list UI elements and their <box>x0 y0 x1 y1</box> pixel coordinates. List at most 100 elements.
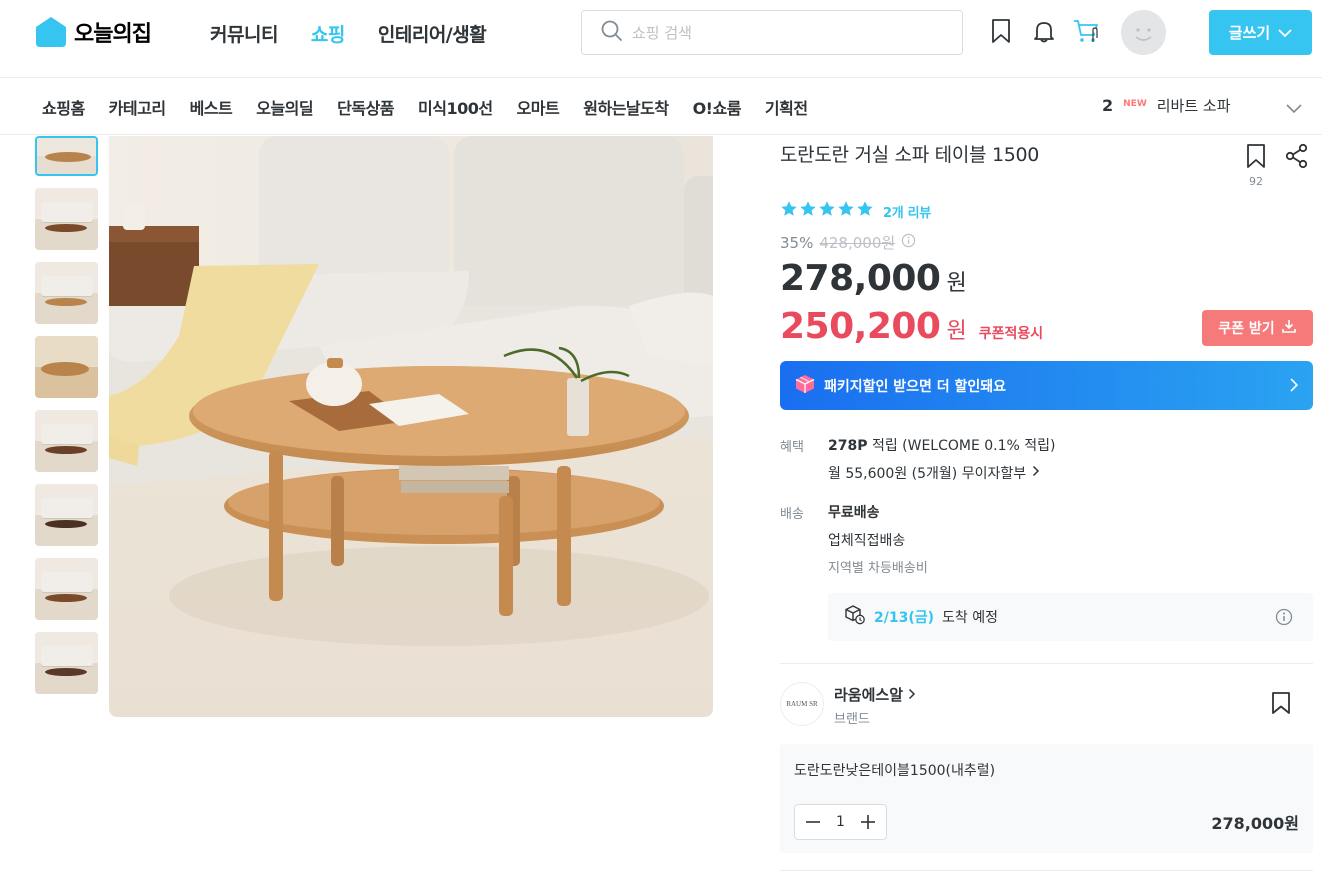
thumbnail[interactable] <box>35 336 98 398</box>
brand-link[interactable]: 라움에스알 <box>834 684 916 705</box>
subnav-item-scheduled-delivery[interactable]: 원하는날도착 <box>583 95 669 119</box>
installment-text: 월 55,600원 (5개월) 무이자할부 <box>828 466 1027 482</box>
subnav-item-exhibition[interactable]: 기획전 <box>765 95 808 119</box>
delivery-method: 업체직접배송 <box>828 533 906 549</box>
gift-box-icon <box>794 373 816 399</box>
sale-price: 278,000 <box>780 258 941 299</box>
bookmark-icon[interactable] <box>1270 691 1292 719</box>
star-icon <box>799 200 817 222</box>
sub-nav-items: 쇼핑홈 카테고리 베스트 오늘의딜 단독상품 미식100선 오마트 원하는날도착… <box>42 95 808 119</box>
star-icon <box>837 200 855 222</box>
logo-text: 오늘의집 <box>74 22 152 47</box>
chevron-right-icon <box>908 686 916 704</box>
divider <box>780 870 1313 871</box>
subnav-item-category[interactable]: 카테고리 <box>109 95 166 119</box>
new-badge: NEW <box>1123 98 1147 109</box>
search-box[interactable] <box>581 10 963 55</box>
nav-community[interactable]: 커뮤니티 <box>210 20 278 47</box>
search-icon <box>600 19 624 47</box>
scrap-button[interactable]: 92 <box>1243 143 1269 188</box>
scrap-count: 92 <box>1249 175 1263 188</box>
installment-link[interactable]: 월 55,600원 (5개월) 무이자할부 <box>828 463 1040 483</box>
plus-icon[interactable] <box>858 812 878 832</box>
share-icon[interactable] <box>1284 143 1310 173</box>
benefits-label: 혜택 <box>780 440 804 455</box>
chevron-right-icon <box>1289 377 1299 397</box>
thumbnail[interactable] <box>35 632 98 694</box>
delivery-box-icon <box>844 604 866 630</box>
package-discount-banner[interactable]: 패키지할인 받으면 더 할인돼요 <box>780 361 1313 410</box>
main-nav: 커뮤니티 쇼핑 인테리어/생활 <box>210 20 487 47</box>
review-count-link[interactable]: 2개 리뷰 <box>883 202 931 221</box>
nav-shopping[interactable]: 쇼핑 <box>311 20 345 47</box>
points-amount: 278P <box>828 438 868 454</box>
brand-sub: 브랜드 <box>834 712 870 727</box>
coupon-price-unit: 원 <box>946 319 967 344</box>
points-row: 278P 적립 (WELCOME 0.1% 적립) <box>828 435 1056 455</box>
subnav-item-exclusive[interactable]: 단독상품 <box>337 95 394 119</box>
info-icon[interactable] <box>1275 608 1293 630</box>
arrival-date: 2/13(금) <box>874 610 935 626</box>
sale-price-row: 278,000 원 <box>780 258 967 299</box>
quantity-stepper: 1 <box>794 804 887 840</box>
quantity-value[interactable]: 1 <box>836 814 845 830</box>
download-icon <box>1281 318 1297 338</box>
user-avatar[interactable] <box>1121 10 1166 55</box>
original-price: 428,000원 <box>819 234 896 252</box>
thumbnail-list <box>35 136 98 706</box>
selected-option: 도란도란낮은테이블1500(내추럴) 1 278,000원 <box>780 744 1313 853</box>
brand-logo[interactable]: RAUM SR <box>780 682 824 726</box>
rating[interactable]: 2개 리뷰 <box>780 200 931 222</box>
star-icon <box>856 200 874 222</box>
write-button[interactable]: 글쓰기 <box>1209 10 1312 55</box>
info-icon[interactable] <box>901 233 916 252</box>
option-price: 278,000원 <box>1211 814 1299 833</box>
chevron-down-icon[interactable] <box>1285 100 1303 119</box>
sub-nav: 쇼핑홈 카테고리 베스트 오늘의딜 단독상품 미식100선 오마트 원하는날도착… <box>0 78 1322 135</box>
house-logo-icon <box>34 15 68 49</box>
thumbnail[interactable] <box>35 188 98 250</box>
subnav-item-gourmet[interactable]: 미식100선 <box>418 95 493 119</box>
brand-name: 라움에스알 <box>834 686 904 704</box>
delivery-type: 무료배송 <box>828 505 880 521</box>
main-product-image <box>109 136 713 717</box>
thumbnail[interactable] <box>35 558 98 620</box>
subnav-item-todays-deal[interactable]: 오늘의딜 <box>256 95 313 119</box>
delivery-label: 배송 <box>780 507 804 522</box>
trending-keyword-text: 리바트 소파 <box>1156 97 1231 115</box>
star-icon <box>780 200 798 222</box>
product-title: 도란도란 거실 소파 테이블 1500 <box>780 144 1040 166</box>
write-button-label: 글쓰기 <box>1228 24 1271 42</box>
thumbnail[interactable] <box>35 262 98 324</box>
arrival-estimate: 2/13(금) 도착 예정 <box>828 593 1313 641</box>
get-coupon-button[interactable]: 쿠폰 받기 <box>1202 310 1313 346</box>
sale-price-unit: 원 <box>946 271 967 296</box>
subnav-item-showroom[interactable]: O!쇼룸 <box>693 95 742 119</box>
coupon-price-row: 250,200 원 쿠폰적용시 <box>780 306 1043 347</box>
delivery-note: 지역별 차등배송비 <box>828 561 928 576</box>
subnav-item-best[interactable]: 베스트 <box>190 95 233 119</box>
trending-rank: 2 <box>1102 96 1114 115</box>
bookmark-icon <box>1245 144 1267 173</box>
thumbnail[interactable] <box>35 136 98 176</box>
bookmark-icon[interactable] <box>986 16 1016 46</box>
subnav-item-omart[interactable]: 오마트 <box>517 95 560 119</box>
bell-icon[interactable] <box>1029 16 1059 46</box>
points-text: 적립 (WELCOME 0.1% 적립) <box>871 438 1056 454</box>
arrival-text: 도착 예정 <box>942 610 998 626</box>
star-icon <box>818 200 836 222</box>
search-input[interactable] <box>632 23 932 42</box>
thumbnail[interactable] <box>35 410 98 472</box>
logo[interactable]: 오늘의집 <box>34 15 152 49</box>
discount-row: 35% 428,000원 <box>780 232 916 253</box>
chevron-right-icon <box>1032 465 1040 481</box>
subnav-item-home[interactable]: 쇼핑홈 <box>42 95 85 119</box>
top-icons <box>986 16 1115 46</box>
minus-icon[interactable] <box>803 812 823 832</box>
thumbnail[interactable] <box>35 484 98 546</box>
cart-icon[interactable] <box>1072 16 1102 46</box>
coupon-price: 250,200 <box>780 306 941 347</box>
chevron-down-icon <box>1278 24 1292 42</box>
trending-keyword[interactable]: 2 NEW 리바트 소파 <box>1102 95 1231 116</box>
nav-interior[interactable]: 인테리어/생활 <box>378 20 487 47</box>
